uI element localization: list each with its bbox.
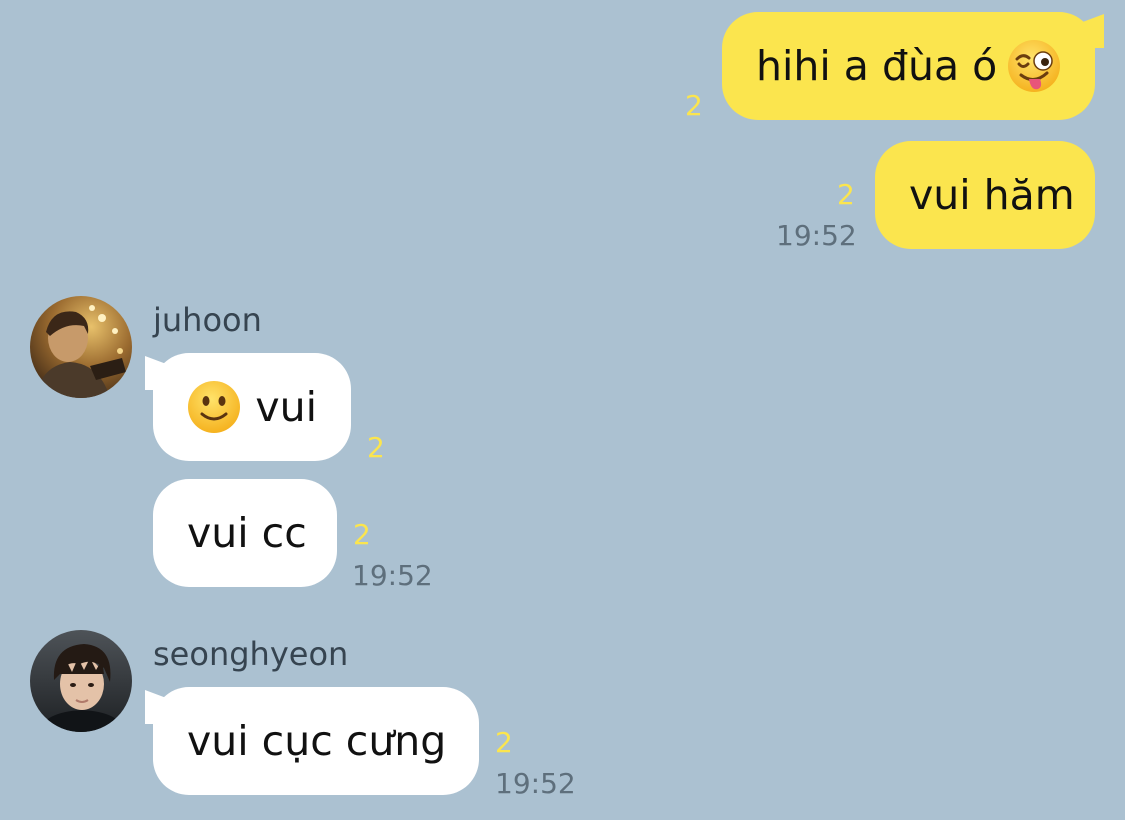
message-bubble[interactable]: vui — [153, 353, 351, 461]
message-text: vui cc — [187, 509, 307, 557]
message-text: hihi a đùa ó — [756, 42, 998, 90]
unread-count: 2 — [837, 178, 855, 211]
winking-face-with-tongue-icon — [1007, 39, 1061, 93]
message-bubble[interactable]: vui cc — [153, 479, 337, 587]
message-text: vui — [255, 383, 317, 431]
message-text: vui cục cưng — [187, 717, 447, 765]
message-timestamp: 19:52 — [352, 559, 433, 592]
sender-name: juhoon — [153, 301, 262, 339]
message-bubble[interactable]: vui hăm — [875, 141, 1095, 249]
avatar[interactable] — [30, 296, 132, 398]
message-bubble[interactable]: hihi a đùa ó — [722, 12, 1095, 120]
slightly-smiling-face-icon — [187, 380, 241, 434]
unread-count: 2 — [353, 518, 371, 551]
message-timestamp: 19:52 — [495, 767, 576, 800]
avatar[interactable] — [30, 630, 132, 732]
message-bubble[interactable]: vui cục cưng — [153, 687, 479, 795]
unread-count: 2 — [367, 431, 385, 464]
sender-name: seonghyeon — [153, 635, 349, 673]
message-text: vui hăm — [909, 171, 1075, 219]
unread-count: 2 — [685, 89, 703, 122]
unread-count: 2 — [495, 726, 513, 759]
message-timestamp: 19:52 — [776, 219, 857, 252]
